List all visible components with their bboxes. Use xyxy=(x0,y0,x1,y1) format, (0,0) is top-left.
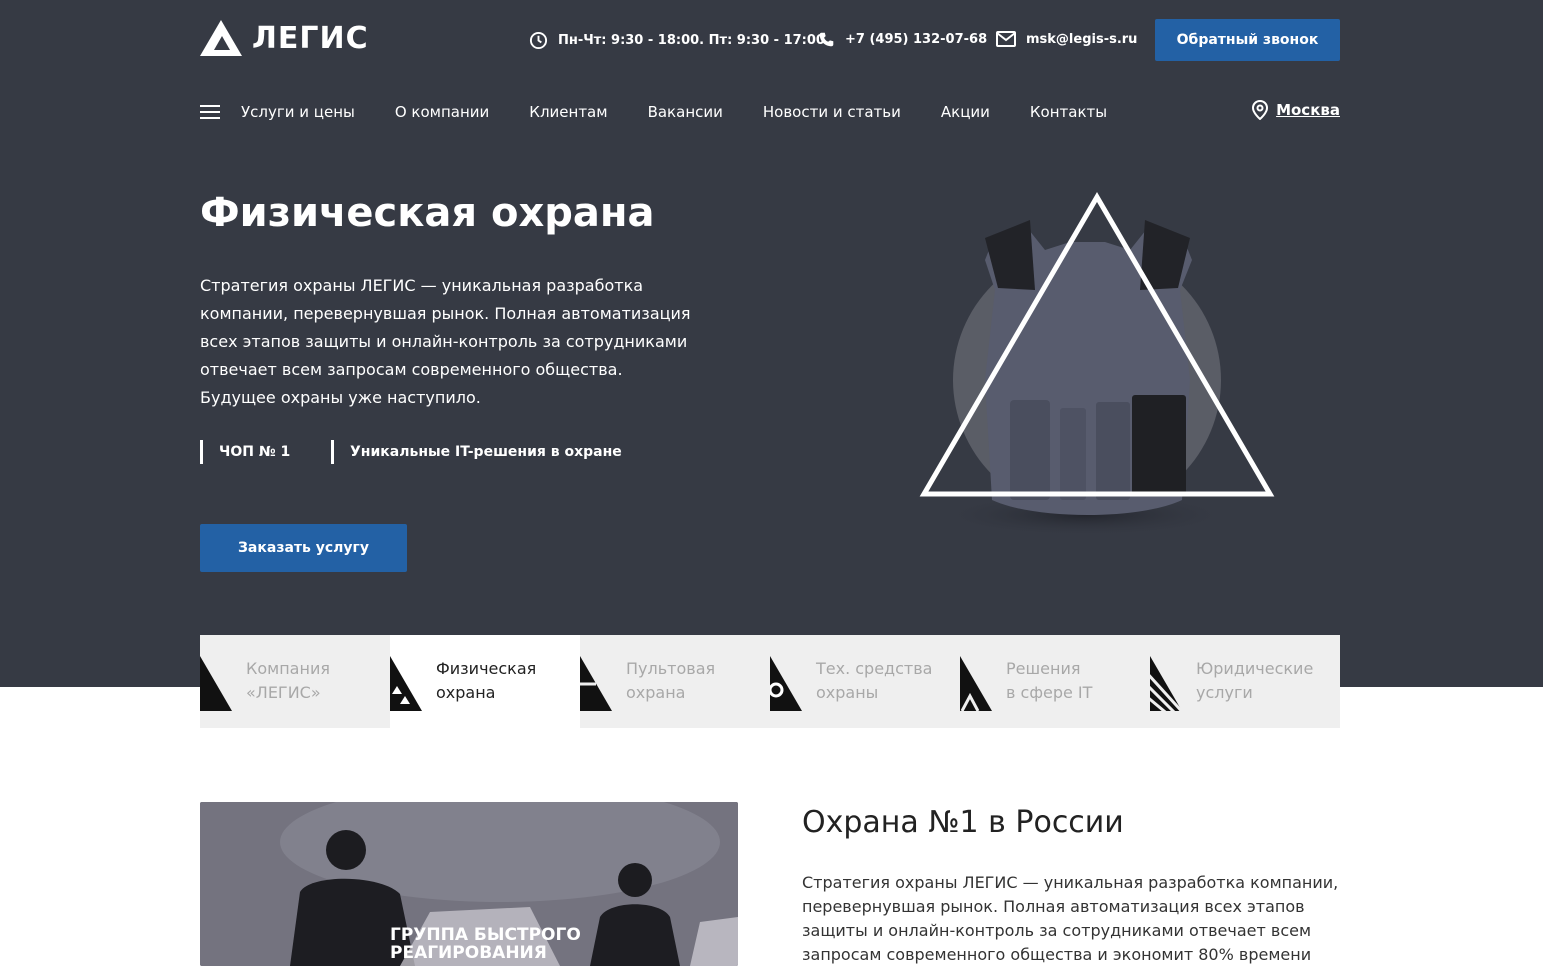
tab-label: Юридические услуги xyxy=(1196,659,1314,702)
tag-it-solutions: Уникальные IT-решения в охране xyxy=(331,440,622,464)
main-nav: Услуги и цены О компании Клиентам Ваканс… xyxy=(200,100,1340,124)
tab-company[interactable]: Компания «ЛЕГИС» xyxy=(200,635,390,728)
tab-label: Решения в сфере IT xyxy=(1006,659,1093,702)
tab-tech-means[interactable]: Тех. средства охраны xyxy=(770,635,960,728)
nav-item-about[interactable]: О компании xyxy=(395,103,489,121)
body-armor-illustration xyxy=(919,192,1275,537)
order-service-button[interactable]: Заказать услугу xyxy=(200,524,407,572)
tab-legal-services[interactable]: Юридические услуги xyxy=(1150,635,1340,728)
email-text: msk@legis-s.ru xyxy=(1026,31,1138,47)
tab-label: Компания «ЛЕГИС» xyxy=(246,659,330,702)
hero-description: Стратегия охраны ЛЕГИС — уникальная разр… xyxy=(200,276,691,407)
nav-item-vacancies[interactable]: Вакансии xyxy=(648,103,723,121)
location-pin-icon xyxy=(1252,100,1269,120)
nav-item-contacts[interactable]: Контакты xyxy=(1030,103,1107,121)
logo[interactable]: ЛЕГИС xyxy=(200,20,369,56)
menu-icon[interactable] xyxy=(200,104,220,120)
city-name: Москва xyxy=(1276,101,1340,119)
section-title: Охрана №1 в России xyxy=(802,805,1124,840)
section-text: Стратегия охраны ЛЕГИС — уникальная разр… xyxy=(802,873,1339,964)
triangle-solid-icon xyxy=(200,656,232,711)
tab-remote-security[interactable]: Пультовая охрана xyxy=(580,635,770,728)
tab-label: Тех. средства охраны xyxy=(816,659,933,702)
service-tabs: Компания «ЛЕГИС» Физическая охрана Пульт… xyxy=(200,635,1340,728)
nav-item-promotions[interactable]: Акции xyxy=(941,103,990,121)
triangle-split-icon xyxy=(580,656,612,711)
logo-text: ЛЕГИС xyxy=(252,20,369,56)
phone-text: +7 (495) 132-07-68 xyxy=(845,32,988,47)
tab-it-solutions[interactable]: Решения в сфере IT xyxy=(960,635,1150,728)
phone-icon xyxy=(819,32,834,47)
tab-label: Пультовая охрана xyxy=(626,659,716,702)
nav-item-services[interactable]: Услуги и цены xyxy=(241,103,355,121)
nav-item-news[interactable]: Новости и статьи xyxy=(763,103,901,121)
city-selector[interactable]: Москва xyxy=(1252,100,1340,120)
working-hours: Пн-Чт: 9:30 - 18:00. Пт: 9:30 - 17:00. xyxy=(529,31,830,50)
tab-label: Физическая охрана xyxy=(436,659,537,702)
tag-chop: ЧОП № 1 xyxy=(200,440,290,464)
triangle-dots-icon xyxy=(390,656,422,711)
tab-physical-security[interactable]: Физическая охрана xyxy=(390,635,580,728)
clock-icon xyxy=(529,31,548,50)
triangle-stripes-icon xyxy=(1150,656,1182,711)
logo-triangle-icon xyxy=(200,20,242,56)
photo-caption: Группа быстрого реагирования xyxy=(390,925,581,963)
phone-link[interactable]: +7 (495) 132-07-68 xyxy=(818,31,987,48)
callback-button[interactable]: Обратный звонок xyxy=(1155,19,1340,61)
triangle-chevron-icon xyxy=(960,656,992,711)
page-title: Физическая охрана xyxy=(200,190,655,236)
email-link[interactable]: msk@legis-s.ru xyxy=(996,31,1137,47)
triangle-circle-icon xyxy=(770,656,802,711)
mail-icon xyxy=(996,31,1016,47)
nav-item-clients[interactable]: Клиентам xyxy=(529,103,607,121)
hours-text: Пн-Чт: 9:30 - 18:00. Пт: 9:30 - 17:00. xyxy=(558,33,830,48)
rapid-response-photo[interactable]: Группа быстрого реагирования xyxy=(200,802,738,966)
